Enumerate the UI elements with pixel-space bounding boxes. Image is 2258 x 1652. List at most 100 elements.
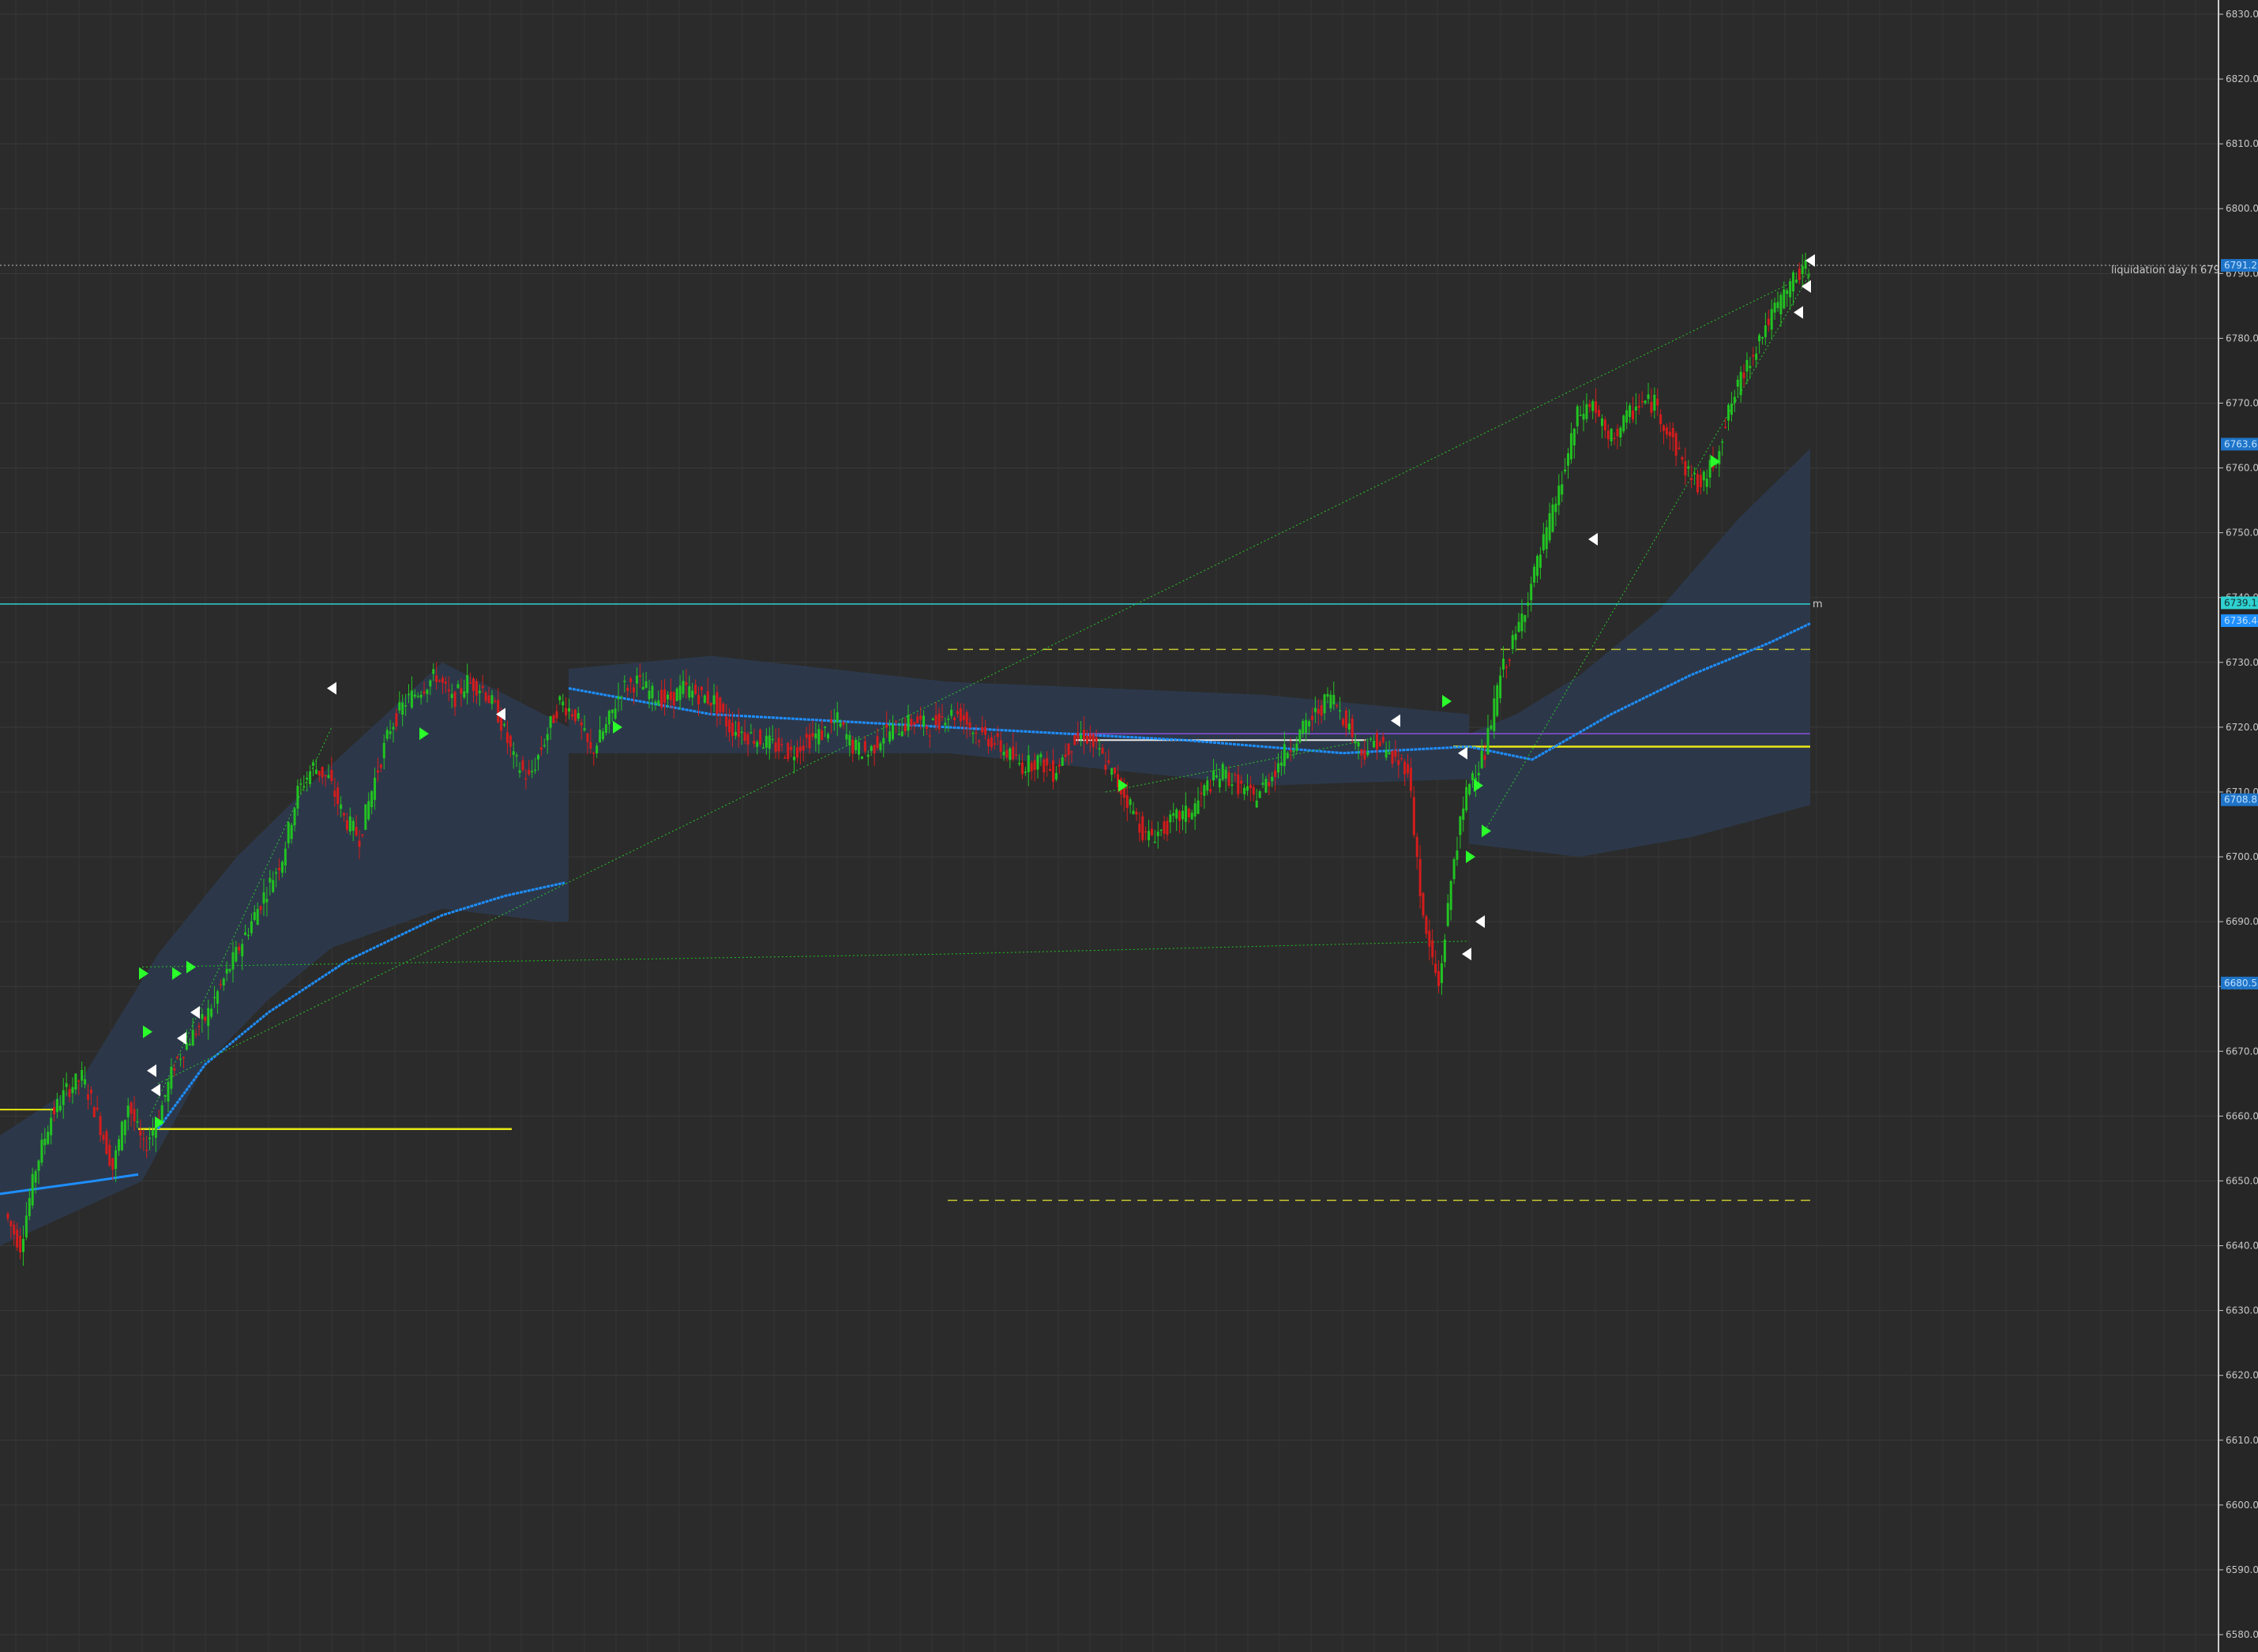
candle-body — [1020, 762, 1024, 775]
candle-body — [984, 727, 987, 735]
candle-body — [565, 708, 568, 715]
candle-body — [620, 696, 623, 698]
candle-body — [928, 735, 931, 737]
candle-body — [1483, 755, 1486, 760]
chart-plot-area[interactable]: liquidation day h 6791.25 m — [0, 0, 2218, 1652]
candle-body — [1603, 419, 1606, 431]
candle-body — [1409, 768, 1412, 791]
candle-body — [219, 984, 222, 986]
candle-body — [24, 1215, 28, 1238]
candle-body — [709, 702, 712, 706]
candle-body — [1561, 484, 1564, 495]
candle-body — [1203, 785, 1206, 796]
candle-body — [429, 680, 432, 687]
candle-body — [638, 674, 641, 678]
candle-body — [34, 1171, 37, 1183]
candle-body — [1798, 268, 1801, 280]
candle-body — [1517, 621, 1520, 633]
candle-body — [330, 770, 333, 782]
candle-body — [1733, 396, 1736, 404]
candle-body — [891, 724, 894, 740]
candle-body — [1456, 850, 1459, 860]
price-axis[interactable]: 6830.006820.006810.006800.006790.006780.… — [2218, 0, 2258, 1652]
candle-body — [866, 754, 870, 757]
price-axis-svg: 6830.006820.006810.006800.006790.006780.… — [2219, 9, 2258, 1640]
candle-body — [1585, 404, 1588, 419]
candle-body — [287, 822, 290, 843]
candle-body — [290, 824, 293, 839]
candle-body — [1122, 788, 1125, 798]
candle-body — [1632, 410, 1635, 420]
candle-body — [123, 1120, 126, 1136]
candle-body — [1610, 429, 1613, 441]
candle-body — [817, 729, 821, 745]
candle-body — [1043, 759, 1046, 773]
candle-body — [1699, 475, 1702, 488]
candle-body — [441, 678, 444, 683]
candle-body — [549, 715, 552, 728]
candle-body — [173, 1068, 176, 1071]
candle-body — [19, 1236, 22, 1252]
candle-body — [389, 730, 392, 734]
candle-body — [1150, 828, 1153, 835]
candle-body — [1606, 430, 1610, 440]
candle-body — [253, 911, 256, 920]
candle-body — [1545, 527, 1548, 550]
candle-body — [58, 1106, 62, 1111]
candle-body — [651, 685, 654, 699]
candle-body — [382, 742, 385, 759]
candle-body — [1582, 413, 1585, 420]
candle-body — [374, 777, 377, 800]
candle-body — [1224, 769, 1227, 779]
candle-body — [1600, 418, 1603, 426]
candle-body — [848, 734, 851, 746]
candle-body — [1613, 437, 1616, 440]
candle-body — [379, 764, 382, 768]
axis-tick-label: 6580.00 — [2226, 1629, 2258, 1640]
sell-marker-icon — [1805, 253, 1815, 267]
candle-body — [130, 1102, 133, 1114]
trend-dotted-line — [157, 272, 1811, 1084]
candle-body — [635, 675, 638, 684]
candle-body — [194, 1034, 197, 1035]
candle-body — [1085, 735, 1088, 744]
candle-body — [1298, 729, 1302, 742]
candle-body — [207, 1008, 210, 1027]
candle-body — [1351, 718, 1354, 738]
candle-body — [839, 723, 842, 727]
candle-body — [1156, 832, 1159, 836]
candle-body — [1705, 479, 1708, 487]
axis-tick-label: 6600.00 — [2226, 1500, 2258, 1511]
candle-body — [1687, 466, 1690, 469]
candle-body — [1496, 685, 1499, 716]
candle-body — [1012, 746, 1015, 760]
candle-body — [521, 760, 524, 770]
candle-body — [139, 1130, 142, 1136]
candle-body — [43, 1139, 47, 1146]
candle-body — [1054, 772, 1058, 780]
candle-body — [1690, 478, 1693, 480]
candle-body — [28, 1198, 31, 1217]
candle-body — [151, 1130, 154, 1136]
candle-body — [916, 716, 919, 723]
candle-body — [148, 1137, 152, 1140]
candle-body — [1678, 447, 1681, 449]
candle-body — [978, 740, 981, 742]
candle-body — [719, 696, 722, 713]
candle-body — [1206, 780, 1209, 791]
candle-body — [244, 932, 247, 936]
candle-body — [1418, 858, 1422, 896]
price-chart-svg[interactable]: liquidation day h 6791.25 m — [0, 0, 2218, 1652]
candle-body — [1002, 751, 1005, 756]
candle-body — [1557, 485, 1561, 505]
candle-body — [1218, 779, 1221, 788]
candle-body — [1088, 734, 1091, 741]
candle-body — [456, 684, 460, 689]
candle-body — [1252, 787, 1255, 795]
candle-body — [805, 734, 808, 738]
candle-body — [37, 1160, 40, 1171]
candle-body — [306, 777, 309, 779]
candle-body — [1230, 784, 1234, 787]
candle-body — [1431, 940, 1434, 958]
candle-body — [589, 742, 592, 749]
